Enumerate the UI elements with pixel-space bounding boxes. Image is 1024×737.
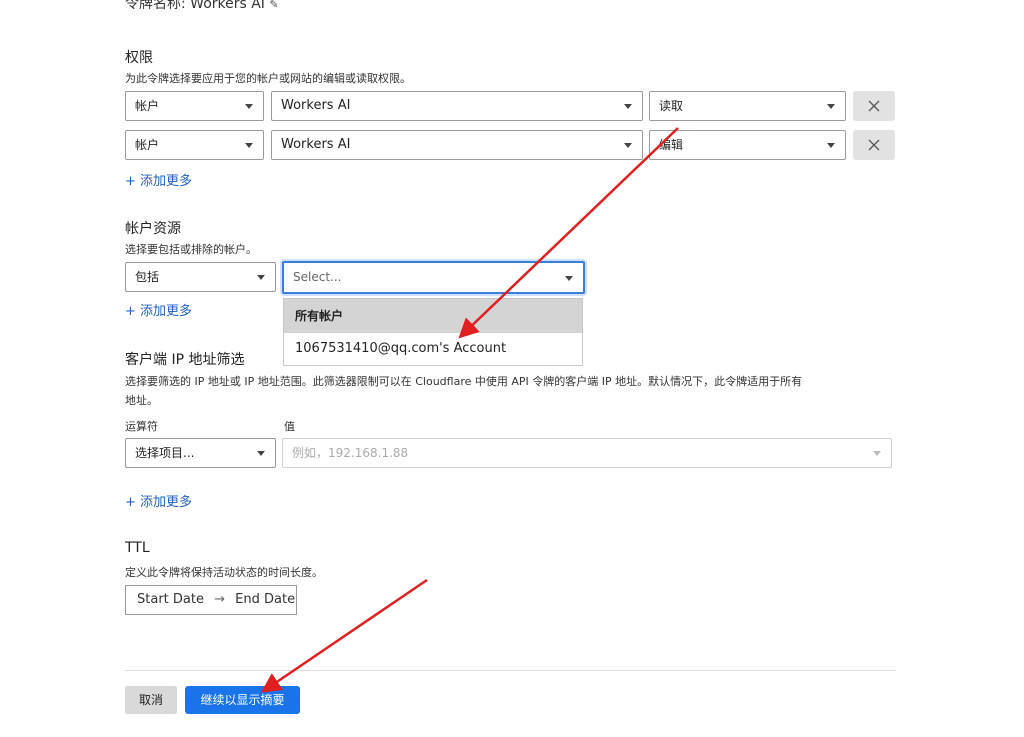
account-include-value: 包括	[135, 270, 160, 284]
chevron-down-icon	[624, 143, 632, 148]
cancel-button[interactable]: 取消	[125, 686, 177, 714]
chevron-down-icon	[827, 143, 835, 148]
chevron-down-icon	[827, 104, 835, 109]
ip-filter-description-line-1: 选择要筛选的 IP 地址或 IP 地址范围。此筛选器限制可以在 Cloudfla…	[125, 375, 803, 388]
token-name-label: 令牌名称: Workers AI ✎	[125, 0, 279, 13]
value-label: 值	[284, 420, 295, 433]
edit-pencil-icon[interactable]: ✎	[269, 0, 278, 11]
end-date-field[interactable]: End Date	[235, 592, 295, 607]
permissions-title: 权限	[125, 50, 153, 66]
permission-access-value-2: 编辑	[659, 138, 684, 152]
permission-scope-value-2: 帐户	[135, 138, 160, 152]
chevron-down-icon	[873, 451, 881, 456]
permission-resource-value-2: Workers AI	[281, 137, 351, 152]
account-resources-title: 帐户资源	[125, 221, 181, 237]
permission-scope-select-1[interactable]: 帐户	[125, 91, 264, 121]
operator-label: 运算符	[125, 420, 158, 433]
remove-permission-button-2[interactable]	[853, 130, 895, 160]
ip-filter-description-line-2: 地址。	[125, 394, 158, 407]
add-more-ip-link[interactable]: + 添加更多	[125, 491, 192, 510]
footer-divider	[125, 670, 896, 671]
account-include-select[interactable]: 包括	[125, 262, 276, 292]
continue-to-summary-button[interactable]: 继续以显示摘要	[185, 686, 300, 714]
token-name-text: 令牌名称: Workers AI	[125, 0, 265, 12]
permission-scope-value-1: 帐户	[135, 99, 160, 113]
permissions-description: 为此令牌选择要应用于您的帐户或网站的编辑或读取权限。	[125, 72, 411, 85]
permission-access-value-1: 读取	[659, 99, 684, 113]
chevron-down-icon	[624, 104, 632, 109]
permission-resource-select-2[interactable]: Workers AI	[271, 130, 643, 160]
ttl-date-range-picker[interactable]: Start Date → End Date	[125, 585, 297, 615]
account-select-input[interactable]: Select...	[282, 261, 585, 294]
ttl-title: TTL	[125, 540, 150, 556]
permission-resource-value-1: Workers AI	[281, 98, 351, 113]
add-more-permissions-link[interactable]: + 添加更多	[125, 170, 192, 189]
chevron-down-icon	[245, 104, 253, 109]
account-resources-description: 选择要包括或排除的帐户。	[125, 243, 257, 256]
dropdown-option-account[interactable]: 1067531410@qq.com's Account	[284, 333, 582, 365]
dropdown-group-all-accounts[interactable]: 所有帐户	[284, 299, 582, 333]
remove-permission-button-1[interactable]	[853, 91, 895, 121]
operator-select[interactable]: 选择项目...	[125, 438, 276, 468]
permission-scope-select-2[interactable]: 帐户	[125, 130, 264, 160]
chevron-down-icon	[257, 275, 265, 280]
permission-access-select-1[interactable]: 读取	[649, 91, 846, 121]
close-icon	[868, 139, 880, 151]
account-dropdown-menu: 所有帐户 1067531410@qq.com's Account	[283, 298, 583, 366]
ip-value-input[interactable]: 例如，192.168.1.88	[282, 438, 892, 468]
ip-value-placeholder: 例如，192.168.1.88	[292, 446, 409, 460]
chevron-down-icon	[257, 451, 265, 456]
operator-placeholder: 选择项目...	[135, 446, 195, 460]
chevron-down-icon	[565, 276, 573, 281]
close-icon	[868, 100, 880, 112]
start-date-field[interactable]: Start Date	[137, 592, 204, 607]
ip-filter-title: 客户端 IP 地址筛选	[125, 352, 245, 368]
ttl-description: 定义此令牌将保持活动状态的时间长度。	[125, 566, 323, 579]
account-select-placeholder: Select...	[293, 270, 342, 284]
permission-access-select-2[interactable]: 编辑	[649, 130, 846, 160]
chevron-down-icon	[245, 143, 253, 148]
add-more-accounts-link[interactable]: + 添加更多	[125, 300, 192, 319]
arrow-right-icon: →	[214, 592, 226, 607]
permission-resource-select-1[interactable]: Workers AI	[271, 91, 643, 121]
ip-filter-description: 选择要筛选的 IP 地址或 IP 地址范围。此筛选器限制可以在 Cloudfla…	[125, 373, 802, 408]
